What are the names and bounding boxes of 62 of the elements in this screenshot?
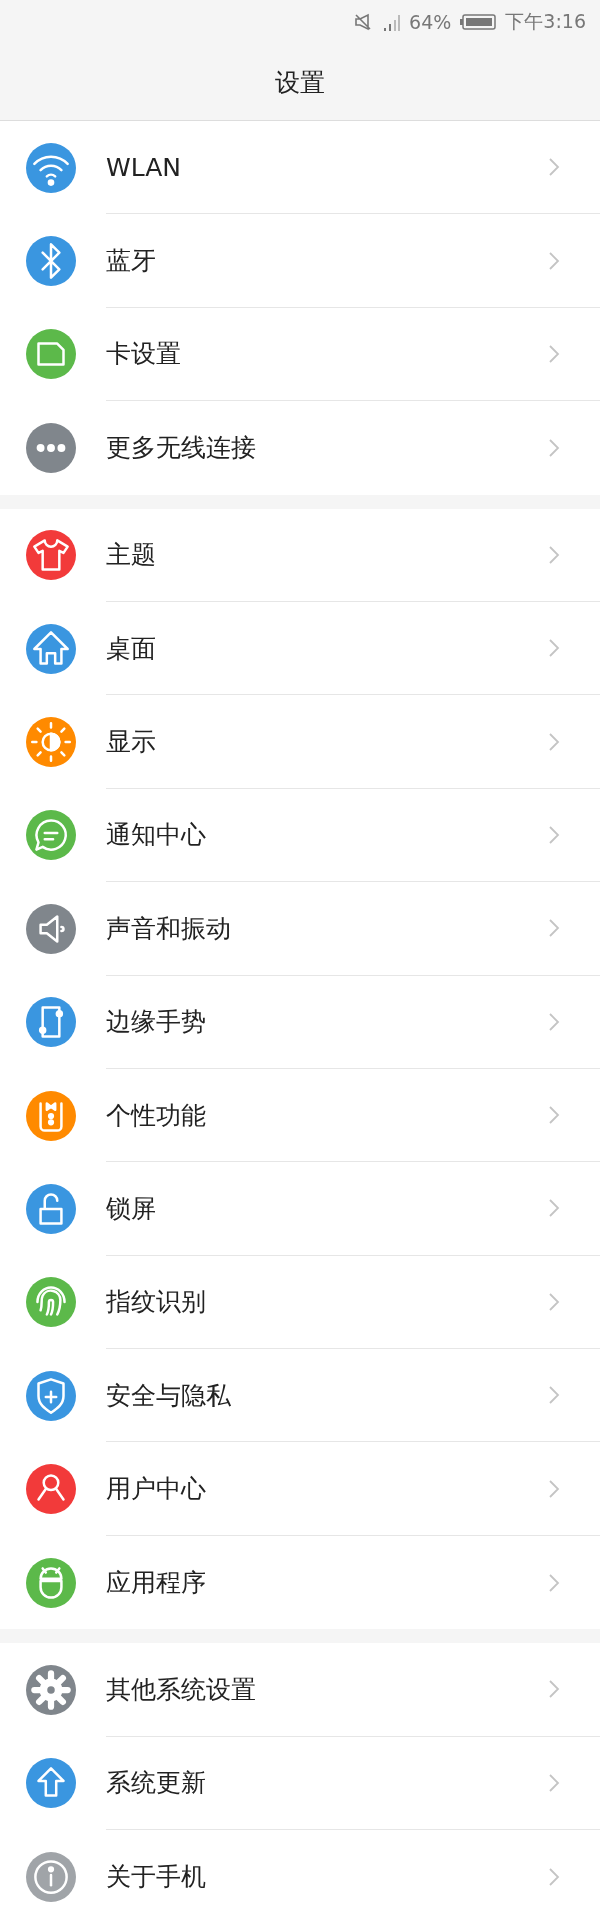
chevron-icon	[548, 1572, 560, 1593]
item-label: 主题	[106, 539, 156, 572]
battery-percent: 64%	[409, 11, 452, 33]
chevron-icon	[548, 1385, 560, 1406]
chevron-icon	[548, 638, 560, 659]
settings-item[interactable]: 个性功能	[0, 1068, 600, 1163]
item-label: 应用程序	[106, 1567, 206, 1600]
clock: 下午3:16	[505, 9, 586, 34]
settings-item[interactable]: 用户中心	[0, 1442, 600, 1536]
settings-item[interactable]: 桌面	[0, 601, 600, 696]
settings-item[interactable]: 应用程序	[0, 1535, 600, 1630]
settings-item[interactable]: 关于手机	[0, 1830, 600, 1907]
settings-item[interactable]: 边缘手势	[0, 975, 600, 1069]
chevron-icon	[548, 1011, 560, 1032]
item-label: 更多无线连接	[106, 432, 256, 465]
item-label: 声音和振动	[106, 912, 231, 945]
settings-item[interactable]: 显示	[0, 695, 600, 789]
chevron-icon	[548, 1198, 560, 1219]
settings-item[interactable]: 蓝牙	[0, 214, 600, 308]
item-label: 卡设置	[106, 338, 181, 371]
item-label: 通知中心	[106, 819, 206, 852]
chevron-icon	[548, 824, 560, 845]
signal-icon	[383, 12, 402, 32]
settings-item[interactable]: 安全与隐私	[0, 1349, 600, 1443]
chevron-icon	[548, 1679, 560, 1700]
settings-item[interactable]: 声音和振动	[0, 882, 600, 976]
item-label: 系统更新	[106, 1767, 206, 1800]
chevron-icon	[548, 250, 560, 271]
item-label: 指纹识别	[106, 1286, 206, 1319]
item-label: 桌面	[106, 632, 156, 665]
chevron-icon	[548, 544, 560, 565]
settings-item[interactable]: 主题	[0, 508, 600, 602]
item-label: WLAN	[106, 152, 182, 182]
chevron-icon	[548, 437, 560, 458]
chevron-icon	[548, 343, 560, 364]
chevron-icon	[548, 1291, 560, 1312]
settings-item[interactable]: 锁屏	[0, 1162, 600, 1256]
settings-item[interactable]: 更多无线连接	[0, 401, 600, 495]
item-label: 其他系统设置	[106, 1673, 256, 1706]
settings-item[interactable]: WLAN	[0, 121, 600, 215]
settings-item[interactable]: 卡设置	[0, 307, 600, 402]
item-label: 个性功能	[106, 1099, 206, 1132]
item-label: 关于手机	[106, 1861, 206, 1894]
chevron-icon	[548, 1772, 560, 1793]
settings-item[interactable]: 通知中心	[0, 788, 600, 883]
chevron-icon	[548, 157, 560, 178]
chevron-icon	[548, 731, 560, 752]
settings-item[interactable]: 指纹识别	[0, 1255, 600, 1350]
settings-item[interactable]: 其他系统设置	[0, 1643, 600, 1737]
chevron-icon	[548, 1478, 560, 1499]
item-label: 蓝牙	[106, 245, 156, 278]
chevron-icon	[548, 1105, 560, 1126]
battery-icon	[459, 12, 498, 32]
page-title: 设置	[275, 66, 325, 99]
item-label: 锁屏	[106, 1193, 156, 1225]
item-label: 显示	[106, 726, 156, 759]
item-label: 安全与隐私	[106, 1379, 231, 1412]
chevron-icon	[548, 918, 560, 939]
settings-item[interactable]: 系统更新	[0, 1736, 600, 1831]
chevron-icon	[548, 1866, 560, 1887]
item-label: 用户中心	[106, 1473, 206, 1506]
item-label: 边缘手势	[106, 1006, 206, 1039]
